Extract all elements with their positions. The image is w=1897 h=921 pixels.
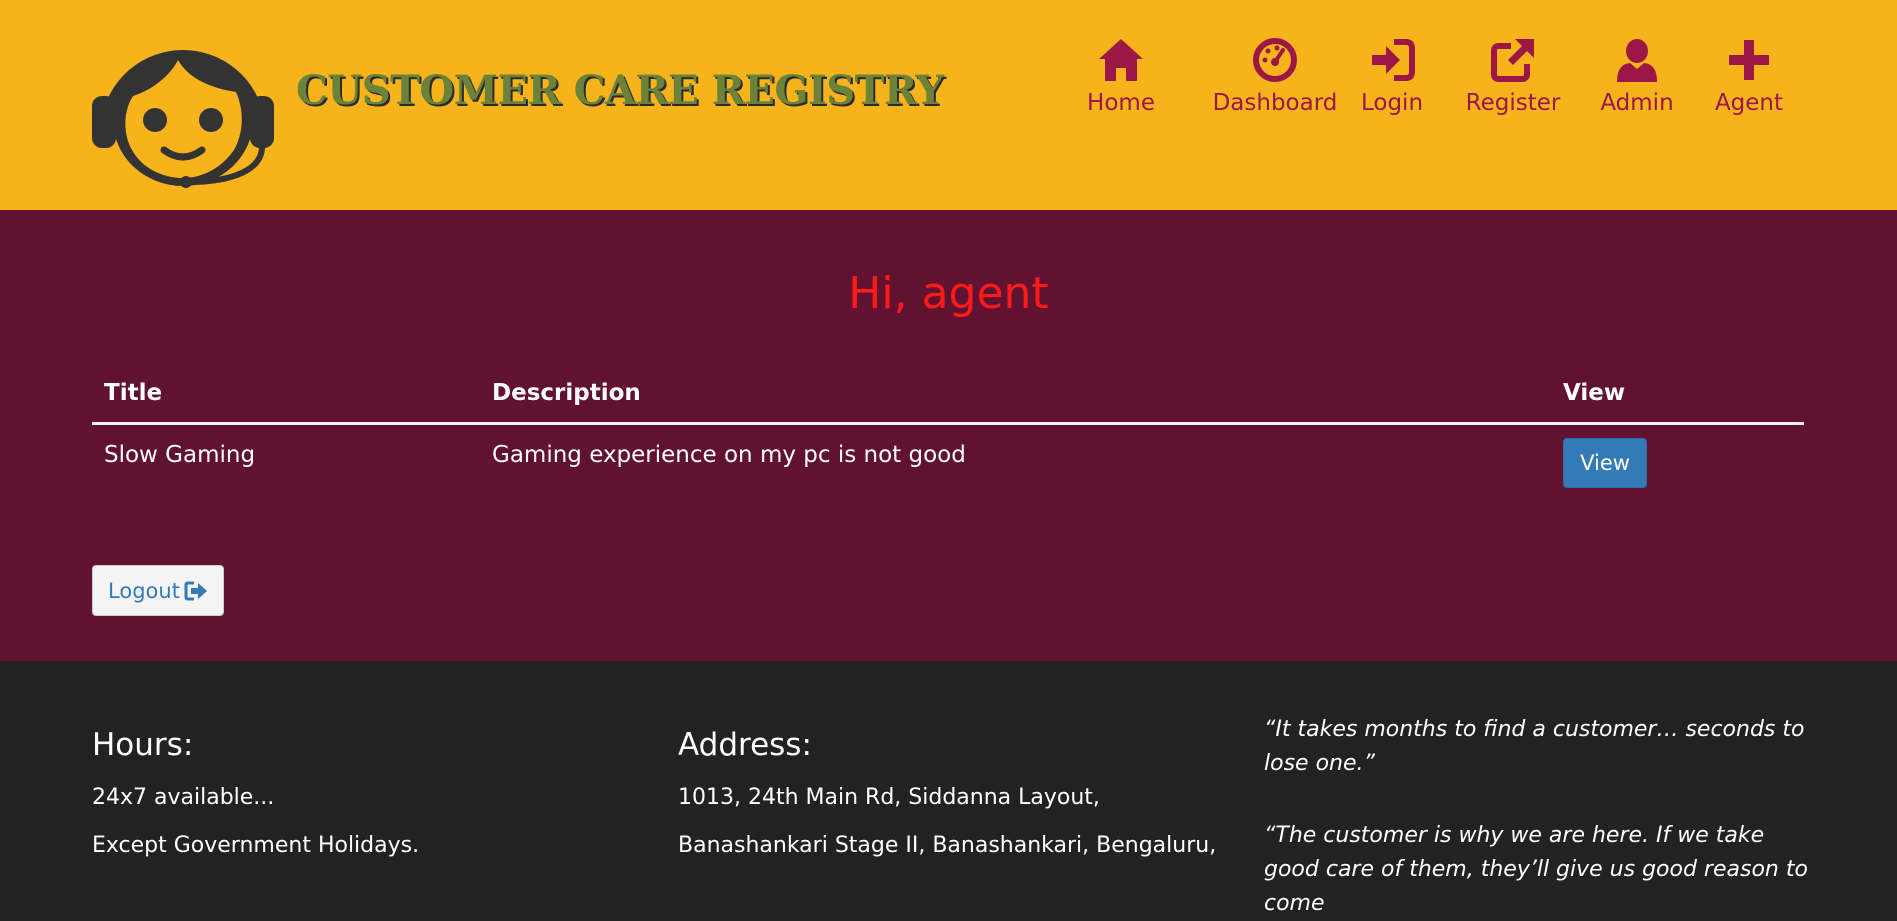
page-greeting: Hi, agent xyxy=(848,268,1049,319)
nav-login-label: Login xyxy=(1360,90,1424,116)
hours-line: Except Government Holidays. xyxy=(92,833,420,858)
hours-heading: Hours: xyxy=(92,727,194,763)
nav-agent[interactable]: Agent xyxy=(1715,36,1783,122)
address-line: 1013, 24th Main Rd, Siddanna Layout, xyxy=(678,785,1100,810)
logout-button[interactable]: Logout xyxy=(92,565,224,616)
external-link-icon xyxy=(1491,39,1534,82)
hours-line: 24x7 available... xyxy=(92,785,275,810)
site-header: CUSTOMER CARE REGISTRY Home Dashboard Lo… xyxy=(0,0,1897,210)
nav-login[interactable]: Login xyxy=(1359,36,1425,122)
home-icon xyxy=(1099,39,1143,81)
row-title: Slow Gaming xyxy=(104,442,256,468)
nav-dashboard[interactable]: Dashboard xyxy=(1198,36,1352,122)
main-content: Hi, agent Title Description View Slow Ga… xyxy=(0,210,1897,661)
nav-admin-label: Admin xyxy=(1600,90,1674,116)
nav-register[interactable]: Register xyxy=(1465,36,1561,122)
nav-home-label: Home xyxy=(1087,90,1155,116)
address-heading: Address: xyxy=(678,727,812,763)
main-nav: Home Dashboard Login Register Admin Agen… xyxy=(0,36,1897,126)
nav-dashboard-label: Dashboard xyxy=(1212,90,1338,116)
row-description: Gaming experience on my pc is not good xyxy=(492,442,966,468)
nav-admin[interactable]: Admin xyxy=(1600,36,1674,122)
quote-text: “The customer is why we are here. If we … xyxy=(1264,823,1808,916)
quote-text: “It takes months to find a customer… sec… xyxy=(1264,717,1805,776)
dashboard-icon xyxy=(1253,38,1297,82)
sign-out-icon xyxy=(184,581,207,600)
address-line: Banashankari Stage II, Banashankari, Ben… xyxy=(678,833,1217,858)
logout-label: Logout xyxy=(108,578,180,603)
user-icon xyxy=(1617,39,1657,82)
nav-agent-label: Agent xyxy=(1714,90,1784,116)
column-header-description: Description xyxy=(492,380,641,406)
column-header-view: View xyxy=(1563,380,1626,406)
nav-home[interactable]: Home xyxy=(1087,36,1155,122)
table-header-divider xyxy=(92,422,1804,425)
column-header-title: Title xyxy=(104,380,163,406)
view-button[interactable]: View xyxy=(1563,438,1647,488)
plus-icon xyxy=(1729,40,1769,80)
site-footer: Hours: 24x7 available... Except Governme… xyxy=(0,661,1897,916)
login-icon xyxy=(1372,39,1415,81)
nav-register-label: Register xyxy=(1465,90,1561,116)
